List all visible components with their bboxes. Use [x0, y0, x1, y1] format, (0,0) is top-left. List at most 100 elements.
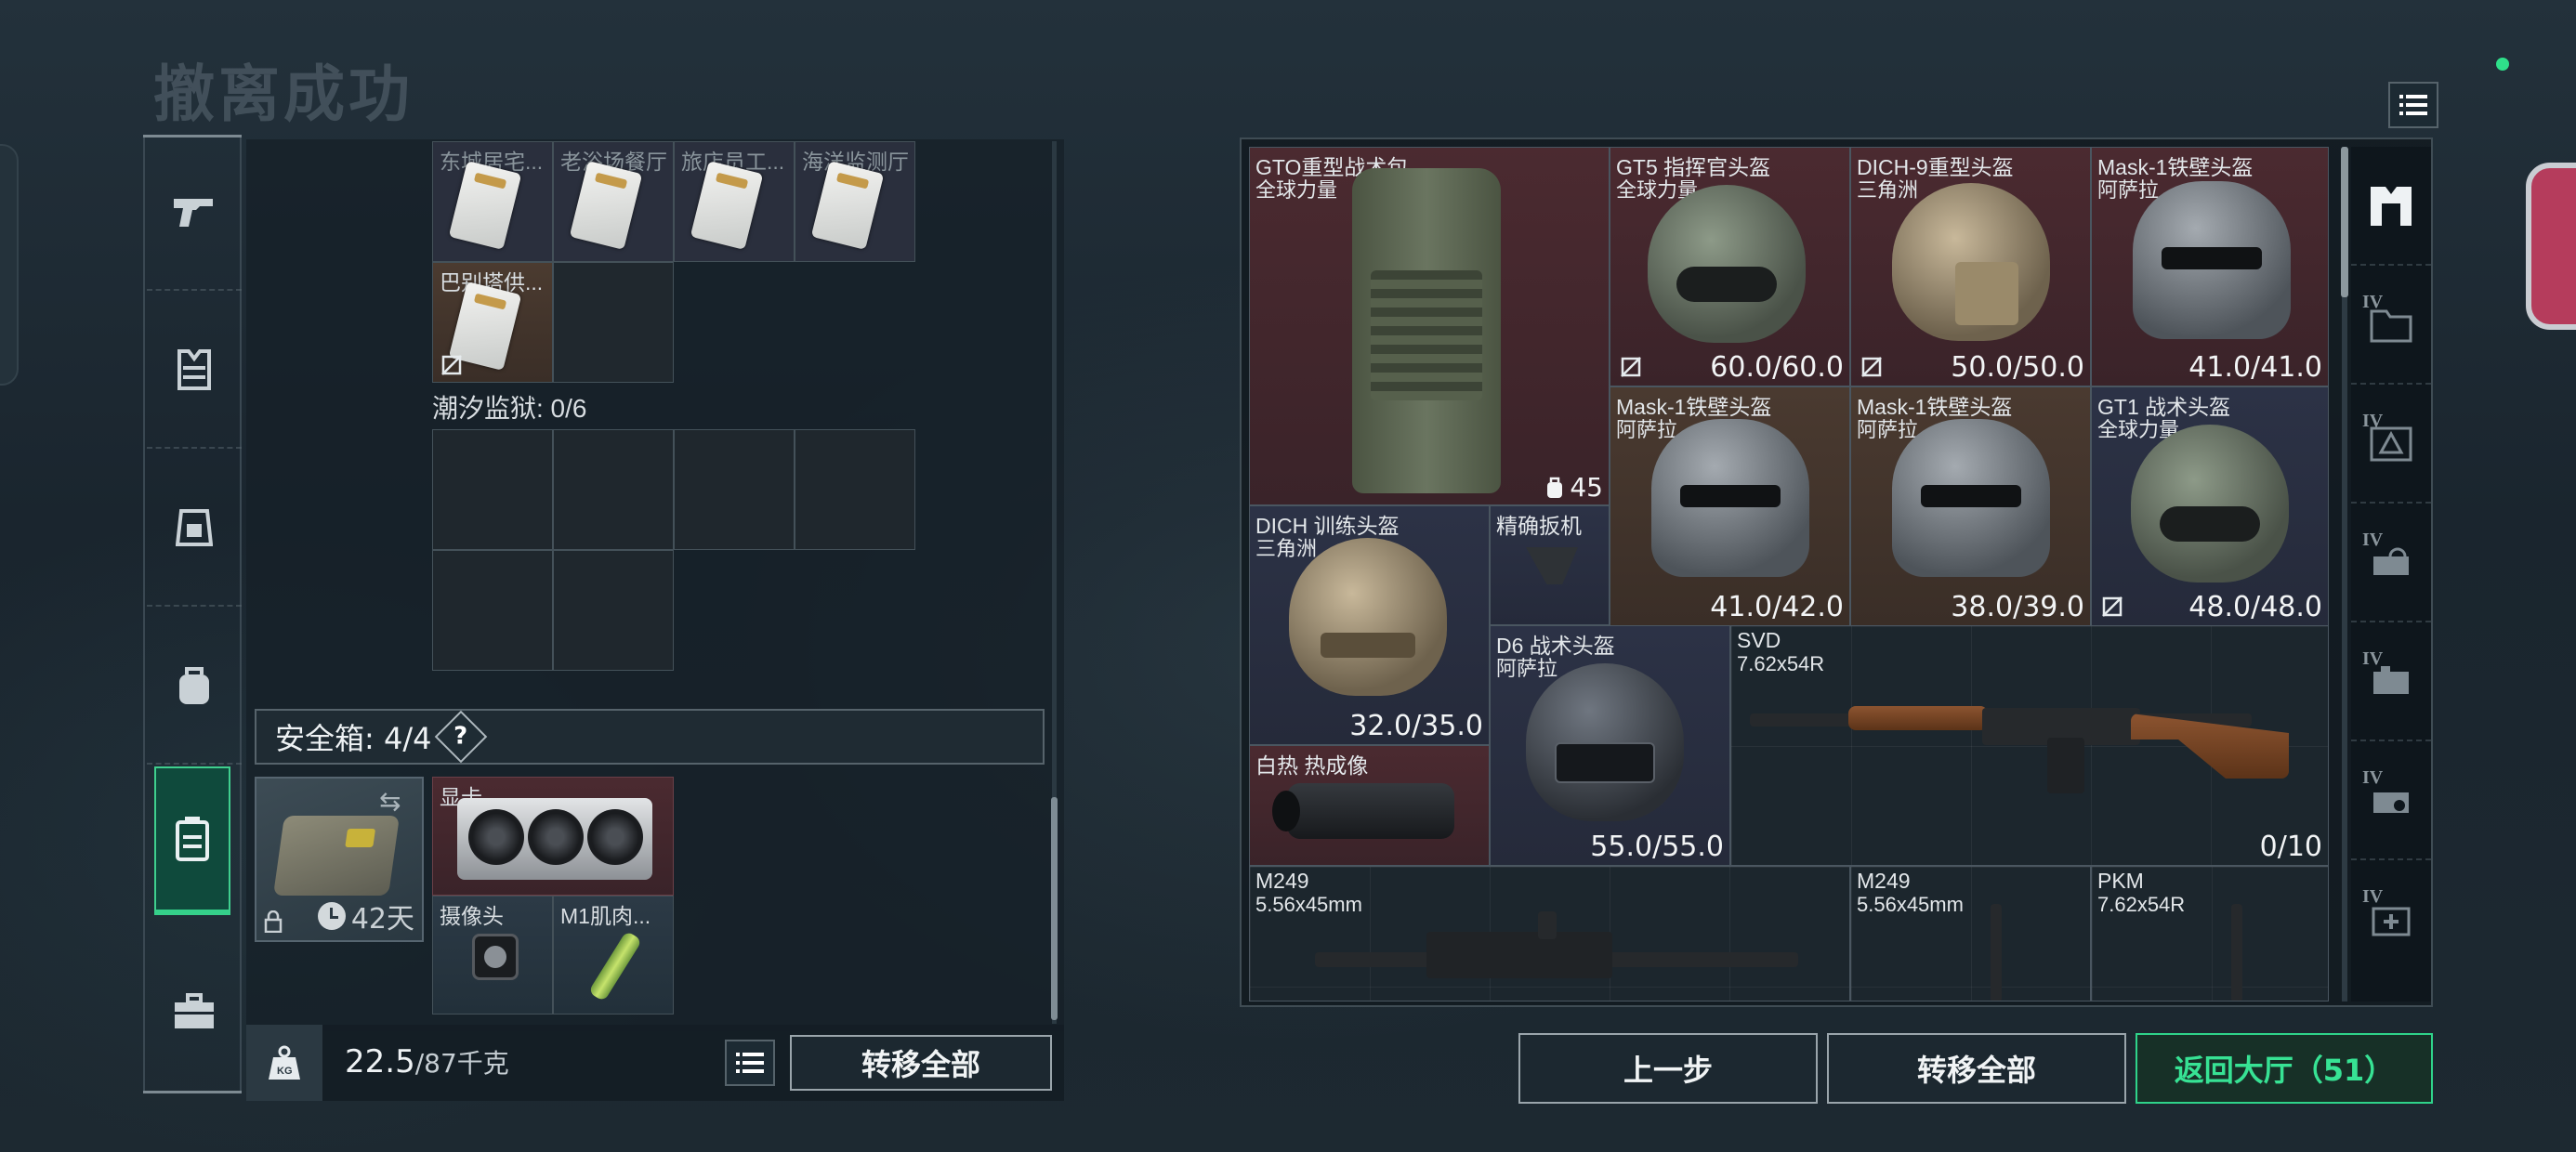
camera-icon: [472, 934, 519, 980]
loot-item-backpack[interactable]: GTO重型战术包 全球力量 45: [1249, 147, 1610, 505]
tab-chest-rig[interactable]: [147, 451, 242, 607]
tab-backpack[interactable]: [147, 609, 242, 765]
loot-item-machine-gun[interactable]: M249 5.56x45mm: [1249, 866, 1850, 1001]
extraction-success-screen: 撤离成功 东城居宅... 老浴场餐厅 旅店员工... 海洋监测厅 巴别塔供...…: [0, 0, 2576, 1152]
container-empty-slot[interactable]: [553, 429, 674, 550]
category-tab-medical[interactable]: IV: [2351, 860, 2431, 979]
injector-icon: [587, 930, 643, 1002]
tier-label: IV: [2362, 886, 2384, 907]
unlocked-icon: [1621, 357, 1641, 377]
helmet-image: [2131, 425, 2289, 583]
durability: 41.0/41.0: [2188, 351, 2322, 384]
item-caliber: 5.56x45mm: [1857, 893, 1964, 916]
swap-icon[interactable]: ⇆: [379, 786, 413, 817]
helmet-image: [1651, 419, 1809, 577]
stash-item-keycard[interactable]: 老浴场餐厅: [553, 141, 674, 262]
weight-current: 22.5: [345, 1043, 415, 1080]
trigger-image: [1526, 547, 1578, 584]
container-empty-slot[interactable]: [674, 429, 795, 550]
equipment-tab-bar: [143, 135, 242, 1093]
status-dot: [2496, 58, 2509, 71]
loot-item-helmet[interactable]: Mask-1铁壁头盔 阿萨拉 38.0/39.0: [1850, 386, 2091, 626]
safe-item-graphics-card[interactable]: 显卡: [432, 777, 674, 896]
lock-icon: [264, 910, 283, 933]
safebox-icon: [176, 817, 209, 861]
unlocked-icon: [1861, 357, 1882, 377]
stash-empty-slot[interactable]: [553, 262, 674, 383]
armor-vest-icon: [2371, 187, 2412, 226]
category-tab-tools[interactable]: IV: [2351, 504, 2431, 622]
loot-item-helmet[interactable]: Mask-1铁壁头盔 阿萨拉 41.0/41.0: [2091, 147, 2329, 386]
loot-item-trigger[interactable]: 精确扳机: [1490, 505, 1610, 625]
list-view-button[interactable]: [2388, 82, 2438, 128]
stash-item-keycard[interactable]: 旅店员工...: [674, 141, 795, 262]
category-tab-all[interactable]: [2351, 147, 2431, 266]
durability: 48.0/48.0: [2188, 591, 2322, 623]
weight-bar: KG 22.5/87千克 转移全部: [246, 1025, 1064, 1101]
item-name: SVD: [1737, 628, 1781, 652]
sort-list-button[interactable]: [725, 1040, 775, 1086]
tab-safebox[interactable]: [154, 766, 230, 915]
weight-icon: KG: [269, 1045, 300, 1080]
item-faction: 阿萨拉: [1496, 657, 1558, 680]
loot-item-helmet[interactable]: DICH 训练头盔 三角洲 32.0/35.0: [1249, 505, 1490, 745]
item-caliber: 7.62x54R: [2097, 893, 2186, 916]
helmet-image: [1648, 185, 1806, 343]
category-tab-keys[interactable]: IV: [2351, 741, 2431, 860]
briefcase-icon: [175, 993, 214, 1028]
return-lobby-button[interactable]: 返回大厅（51）: [2136, 1033, 2433, 1104]
category-tab-documents[interactable]: IV: [2351, 266, 2431, 385]
loot-item-rifle-svd[interactable]: SVD 7.62x54R 0/10: [1730, 625, 2329, 866]
stash-item-keycard[interactable]: 海洋监测厅: [795, 141, 915, 262]
left-edge-handle[interactable]: [0, 144, 19, 386]
category-tab-maps[interactable]: IV: [2351, 385, 2431, 504]
stash-item-keycard[interactable]: 东城居宅...: [432, 141, 553, 262]
container-empty-slot[interactable]: [432, 550, 553, 671]
loot-item-helmet[interactable]: DICH-9重型头盔 三角洲 50.0/50.0: [1850, 147, 2091, 386]
safe-box-title: 安全箱: 4/4: [275, 721, 432, 756]
thermal-scope-image: [1272, 783, 1454, 839]
helmet-image: [1892, 419, 2050, 577]
safe-item-injector[interactable]: M1肌肉...: [553, 896, 674, 1015]
right-edge-handle[interactable]: [2526, 163, 2576, 330]
vest-icon: [177, 349, 211, 390]
help-icon[interactable]: ?: [435, 710, 488, 764]
container-empty-slot[interactable]: [795, 429, 915, 550]
tab-armor[interactable]: [147, 293, 242, 449]
loot-item-machine-gun[interactable]: M249 5.56x45mm: [1850, 866, 2091, 1001]
prev-step-button[interactable]: 上一步: [1518, 1033, 1818, 1104]
loot-item-machine-gun[interactable]: PKM 7.62x54R: [2091, 866, 2329, 1001]
safe-case-icon: [272, 816, 401, 896]
item-faction: 阿萨拉: [2097, 178, 2160, 202]
safe-item-camera[interactable]: 摄像头: [432, 896, 553, 1015]
durability: 50.0/50.0: [1951, 351, 2084, 384]
item-name: 精确扳机: [1496, 514, 1582, 538]
stash-transfer-all-button[interactable]: 转移全部: [790, 1035, 1052, 1091]
item-faction: 三角洲: [1857, 178, 1919, 202]
loot-item-helmet[interactable]: D6 战术头盔 阿萨拉 55.0/55.0: [1490, 625, 1730, 866]
category-tab-parts[interactable]: IV: [2351, 622, 2431, 741]
weight-icon-box: KG: [246, 1025, 322, 1101]
rig-icon: [176, 509, 213, 546]
loot-item-helmet[interactable]: Mask-1铁壁头盔 阿萨拉 41.0/42.0: [1610, 386, 1850, 626]
item-label: 摄像头: [440, 904, 504, 928]
stash-scrollbar-thumb[interactable]: [1051, 797, 1058, 1020]
durability: 55.0/55.0: [1590, 831, 1724, 863]
tab-weapon[interactable]: [147, 135, 242, 291]
loot-item-helmet[interactable]: GT5 指挥官头盔 全球力量 60.0/60.0: [1610, 147, 1850, 386]
loot-item-helmet[interactable]: GT1 战术头盔 全球力量 48.0/48.0: [2091, 386, 2329, 626]
loot-item-thermal-scope[interactable]: 白热 热成像: [1249, 745, 1490, 866]
transfer-all-button[interactable]: 转移全部: [1827, 1033, 2126, 1104]
container-empty-slot[interactable]: [553, 550, 674, 671]
loot-scrollbar-thumb[interactable]: [2341, 147, 2348, 297]
container-empty-slot[interactable]: [432, 429, 553, 550]
tab-toolbox[interactable]: [147, 934, 242, 1090]
item-name: PKM: [2097, 869, 2144, 893]
backpack-icon: [179, 667, 209, 704]
stash-item-keycard[interactable]: 巴别塔供...: [432, 262, 553, 383]
item-capacity: 45: [1545, 472, 1603, 503]
graphics-card-icon: [457, 798, 652, 880]
item-caliber: 5.56x45mm: [1255, 893, 1362, 916]
item-faction: 阿萨拉: [1616, 418, 1678, 441]
safe-case-slot[interactable]: ⇆ 42天: [255, 777, 424, 942]
